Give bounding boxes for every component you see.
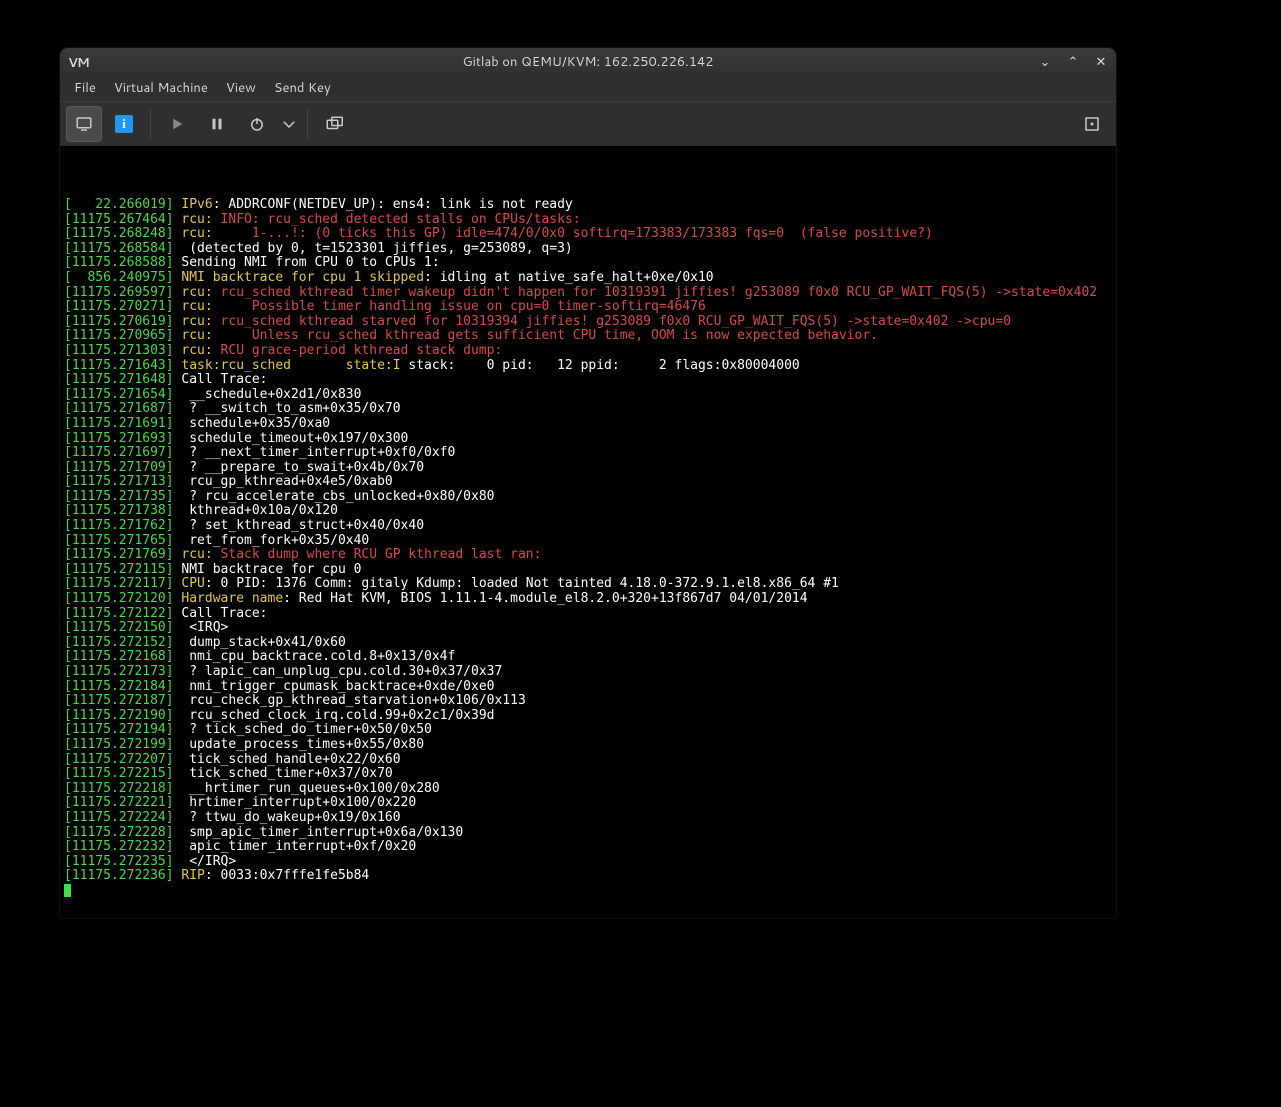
vm-window: VM Gitlab on QEMU/KVM: 162.250.226.142 ⌄…: [60, 48, 1116, 918]
window-minimize-button[interactable]: ⌄: [1038, 53, 1052, 71]
vm-console[interactable]: [ 22.266019] IPv6: ADDRCONF(NETDEV_UP): …: [60, 146, 1116, 918]
menubar: File Virtual Machine View Send Key: [60, 75, 1116, 101]
text-cursor: [64, 884, 71, 897]
console-line: [11175.272232] apic_timer_interrupt+0xf/…: [64, 840, 1112, 855]
console-line: [11175.272187] rcu_check_gp_kthread_star…: [64, 694, 1112, 709]
console-line: [11175.270965] rcu: Unless rcu_sched kth…: [64, 329, 1112, 344]
info-icon: i: [115, 115, 133, 133]
console-line: [11175.268584] (detected by 0, t=1523301…: [64, 242, 1112, 257]
chevron-down-icon: [280, 115, 298, 133]
play-icon: [168, 115, 186, 133]
console-line: [11175.271765] ret_from_fork+0x35/0x40: [64, 534, 1112, 549]
console-line: [11175.271303] rcu: RCU grace-period kth…: [64, 344, 1112, 359]
snapshots-button[interactable]: [316, 106, 352, 142]
console-line: [11175.272194] ? tick_sched_do_timer+0x5…: [64, 723, 1112, 738]
console-line: [11175.271738] kthread+0x10a/0x120: [64, 504, 1112, 519]
console-line: [11175.272207] tick_sched_handle+0x22/0x…: [64, 753, 1112, 768]
console-line: [11175.267464] rcu: INFO: rcu_sched dete…: [64, 213, 1112, 228]
console-line: [11175.271769] rcu: Stack dump where RCU…: [64, 548, 1112, 563]
console-line: [11175.271691] schedule+0x35/0xa0: [64, 417, 1112, 432]
console-line: [11175.272215] tick_sched_timer+0x37/0x7…: [64, 767, 1112, 782]
fullscreen-icon: [1083, 115, 1101, 133]
console-line: [11175.272168] nmi_cpu_backtrace.cold.8+…: [64, 650, 1112, 665]
console-line: [11175.270271] rcu: Possible timer handl…: [64, 300, 1112, 315]
console-line: [11175.271693] schedule_timeout+0x197/0x…: [64, 432, 1112, 447]
console-line: [11175.271697] ? __next_timer_interrupt+…: [64, 446, 1112, 461]
console-line: [11175.272224] ? ttwu_do_wakeup+0x19/0x1…: [64, 811, 1112, 826]
console-line: [11175.268248] rcu: 1-...!: (0 ticks thi…: [64, 227, 1112, 242]
menu-view[interactable]: View: [218, 76, 264, 100]
window-maximize-button[interactable]: ⌃: [1066, 53, 1080, 71]
window-title: Gitlab on QEMU/KVM: 162.250.226.142: [60, 53, 1116, 71]
console-line: [11175.272115] NMI backtrace for cpu 0: [64, 563, 1112, 578]
console-icon: [75, 115, 93, 133]
shutdown-icon: [248, 115, 266, 133]
console-line: [11175.271687] ? __switch_to_asm+0x35/0x…: [64, 402, 1112, 417]
pause-icon: [208, 115, 226, 133]
window-close-button[interactable]: ✕: [1094, 53, 1108, 71]
console-line: [11175.271643] task:rcu_sched state:I st…: [64, 359, 1112, 374]
console-line: [11175.272120] Hardware name: Red Hat KV…: [64, 592, 1112, 607]
console-line: [11175.271648] Call Trace:: [64, 373, 1112, 388]
console-line: [11175.272218] __hrtimer_run_queues+0x10…: [64, 782, 1112, 797]
console-line: [11175.271713] rcu_gp_kthread+0x4e5/0xab…: [64, 475, 1112, 490]
toolbar-separator: [307, 109, 308, 139]
menu-virtual-machine[interactable]: Virtual Machine: [106, 76, 216, 100]
console-line: [11175.271762] ? set_kthread_struct+0x40…: [64, 519, 1112, 534]
details-view-button[interactable]: i: [106, 106, 142, 142]
console-line: [11175.272228] smp_apic_timer_interrupt+…: [64, 826, 1112, 841]
console-line: [11175.272150] <IRQ>: [64, 621, 1112, 636]
titlebar: VM Gitlab on QEMU/KVM: 162.250.226.142 ⌄…: [60, 48, 1116, 75]
console-line: [11175.272184] nmi_trigger_cpumask_backt…: [64, 680, 1112, 695]
screenshot-icon: [325, 115, 343, 133]
virt-manager-icon: VM: [68, 54, 84, 70]
toolbar-separator: [150, 109, 151, 139]
shutdown-menu-button[interactable]: [279, 106, 299, 142]
console-line: [11175.271709] ? __prepare_to_swait+0x4b…: [64, 461, 1112, 476]
console-cursor-line: [64, 884, 1112, 900]
console-line: [ 22.266019] IPv6: ADDRCONF(NETDEV_UP): …: [64, 198, 1112, 213]
console-line: [11175.272199] update_process_times+0x55…: [64, 738, 1112, 753]
console-line: [11175.272236] RIP: 0033:0x7fffe1fe5b84: [64, 869, 1112, 884]
console-line: [11175.270619] rcu: rcu_sched kthread st…: [64, 315, 1112, 330]
run-button[interactable]: [159, 106, 195, 142]
menu-file[interactable]: File: [66, 76, 104, 100]
menu-send-key[interactable]: Send Key: [266, 76, 339, 100]
console-line: [11175.272152] dump_stack+0x41/0x60: [64, 636, 1112, 651]
console-line: [11175.271654] __schedule+0x2d1/0x830: [64, 388, 1112, 403]
console-line: [ 856.240975] NMI backtrace for cpu 1 sk…: [64, 271, 1112, 286]
console-line: [11175.272221] hrtimer_interrupt+0x100/0…: [64, 796, 1112, 811]
pause-button[interactable]: [199, 106, 235, 142]
console-line: [11175.272235] </IRQ>: [64, 855, 1112, 870]
console-line: [11175.269597] rcu: rcu_sched kthread ti…: [64, 286, 1112, 301]
console-line: [11175.272173] ? lapic_can_unplug_cpu.co…: [64, 665, 1112, 680]
console-line: [11175.272117] CPU: 0 PID: 1376 Comm: gi…: [64, 577, 1112, 592]
fullscreen-button[interactable]: [1074, 106, 1110, 142]
console-view-button[interactable]: [66, 106, 102, 142]
console-line: [11175.271735] ? rcu_accelerate_cbs_unlo…: [64, 490, 1112, 505]
console-line: [11175.272190] rcu_sched_clock_irq.cold.…: [64, 709, 1112, 724]
console-line: [11175.272122] Call Trace:: [64, 607, 1112, 622]
console-line: [11175.268588] Sending NMI from CPU 0 to…: [64, 256, 1112, 271]
shutdown-button[interactable]: [239, 106, 275, 142]
toolbar: i: [60, 101, 1116, 146]
